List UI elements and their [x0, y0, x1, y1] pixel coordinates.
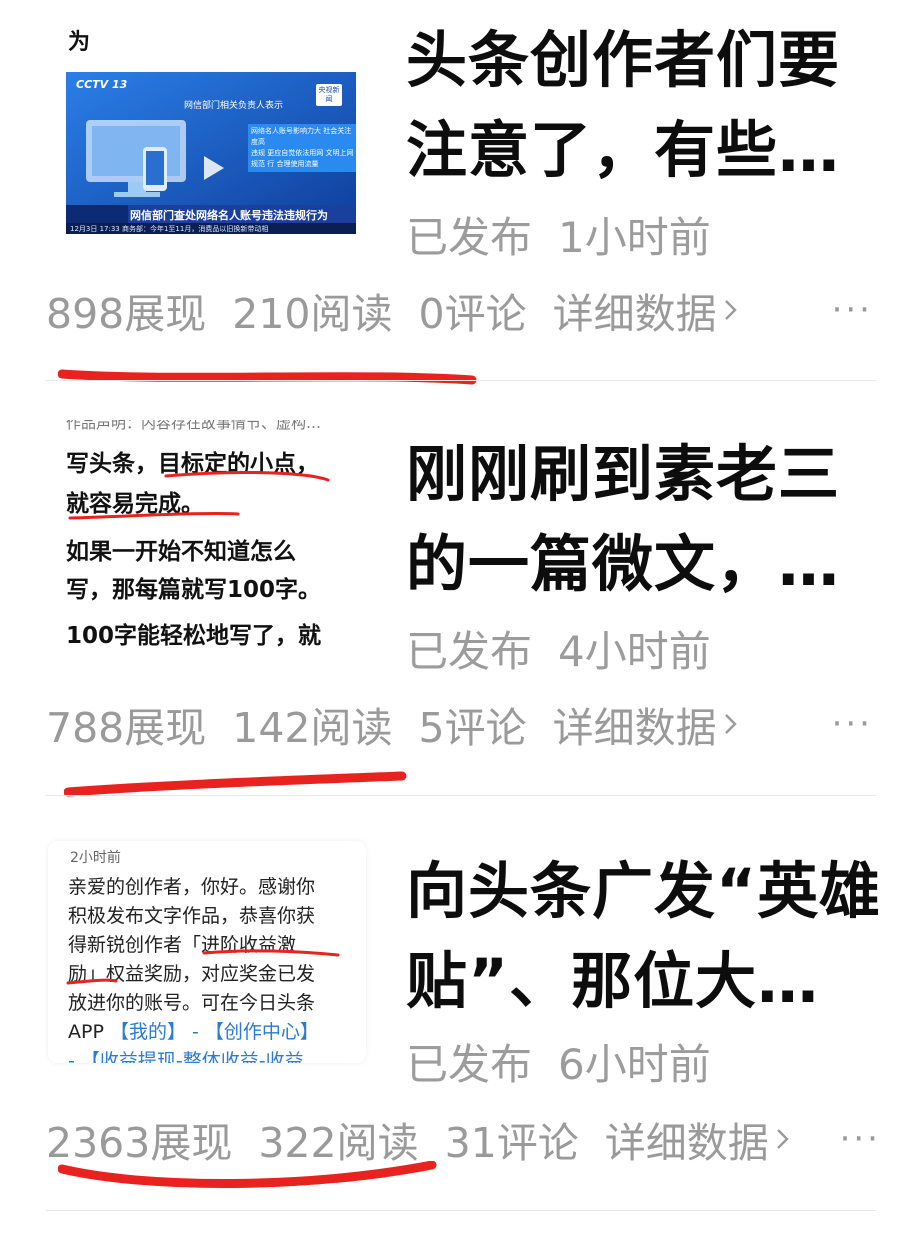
publish-time: 4小时前 [558, 627, 711, 676]
thumb-top-text: 为 [68, 30, 91, 55]
comments-count: 5评论 [418, 704, 527, 752]
info-line: 违规 更应自觉依法用网 文明上网 [251, 149, 354, 157]
news-ticker: 12月3日 17:33 商务部：今年1至11月，消费品以旧换新带动相 [70, 225, 269, 233]
detail-data-link[interactable]: 详细数据 [605, 1109, 791, 1169]
publish-time: 1小时前 [558, 213, 711, 262]
article-item[interactable]: 为 CCTV 13 网信部门相关负责人表示 央视新闻 网络名人账号影响力大 社会… [0, 0, 921, 385]
detail-data-label: 详细数据 [604, 1119, 769, 1167]
red-underline-mark [68, 471, 330, 520]
stats-row: 788展现 142阅读 5评论 详细数据 [46, 694, 739, 754]
impressions-count: 788展现 [46, 704, 207, 752]
article-title[interactable]: 头条创作者们要注意了，有些… [406, 16, 876, 196]
status-label: 已发布 [406, 1040, 533, 1089]
detail-data-link[interactable]: 详细数据 [553, 280, 739, 340]
chevron-right-icon [724, 300, 737, 320]
more-dots-icon[interactable]: ··· [832, 290, 873, 330]
publish-status: 已发布 6小时前 [406, 1031, 711, 1092]
stats-row: 898展现 210阅读 0评论 详细数据 [46, 280, 739, 340]
status-label: 已发布 [406, 627, 533, 676]
publish-status: 已发布 4小时前 [406, 618, 711, 679]
impressions-count: 2363展现 [46, 1119, 233, 1167]
banner-top-text: 网信部门相关负责人表示 [184, 101, 284, 111]
reads-count: 210阅读 [232, 290, 393, 338]
stats-row: 2363展现 322阅读 31评论 详细数据 [46, 1109, 791, 1169]
article-item[interactable]: 2小时前 亲爱的创作者，你好。感谢你 积极发布文字作品，恭喜你获 得新锐创作者「… [0, 805, 921, 1220]
comments-count: 31评论 [444, 1119, 579, 1167]
article-thumbnail[interactable]: CCTV 13 网信部门相关负责人表示 央视新闻 网络名人账号影响力大 社会关注… [66, 72, 356, 234]
article-item[interactable]: 作品声明：内容存在故事情节、虚构… 写头条，目标定的小点， 就容易完成。 如果一… [0, 390, 921, 797]
chevron-right-icon [724, 714, 737, 734]
chevron-right-icon [776, 1129, 789, 1149]
more-dots-icon[interactable]: ··· [832, 704, 873, 744]
article-title[interactable]: 刚刚刷到素老三的一篇微文，… [406, 430, 876, 610]
article-thumbnail[interactable]: 作品声明：内容存在故事情节、虚构… 写头条，目标定的小点， 就容易完成。 如果一… [66, 420, 356, 656]
red-underline-mark [58, 369, 477, 385]
article-title[interactable]: 向头条广发“英雄贴”、那位大… [406, 847, 886, 1027]
news-badge: 央视新闻 [316, 84, 342, 106]
thumb-line: 100字能轻松地写了，就 [66, 623, 322, 649]
news-caption: 网信部门查处网络名人账号违法违规行为 [130, 209, 328, 222]
detail-data-label: 详细数据 [552, 704, 717, 752]
detail-data-label: 详细数据 [552, 290, 717, 338]
impressions-count: 898展现 [46, 290, 207, 338]
red-underline-mark [58, 1161, 437, 1188]
reads-count: 322阅读 [258, 1119, 419, 1167]
info-line: 规范 行 合理使用流量 [251, 160, 319, 168]
item-divider [46, 380, 876, 381]
blue-info-box: 网络名人账号影响力大 社会关注度高 违规 更应自觉依法用网 文明上网 规范 行 … [248, 124, 356, 172]
detail-data-link[interactable]: 详细数据 [553, 694, 739, 754]
more-dots-icon[interactable]: ··· [840, 1119, 881, 1159]
thumb-line: 写，那每篇就写100字。 [66, 577, 322, 603]
red-underline-mark [66, 949, 340, 985]
comments-count: 0评论 [418, 290, 527, 338]
publish-status: 已发布 1小时前 [406, 204, 711, 265]
channel-logo: CCTV 13 [76, 78, 128, 91]
status-label: 已发布 [406, 213, 533, 262]
info-line: 网络名人账号影响力大 社会关注度高 [251, 127, 352, 146]
reads-count: 142阅读 [232, 704, 393, 752]
publish-time: 6小时前 [558, 1040, 711, 1089]
article-thumbnail[interactable]: 2小时前 亲爱的创作者，你好。感谢你 积极发布文字作品，恭喜你获 得新锐创作者「… [48, 841, 366, 1063]
item-divider [46, 1210, 876, 1211]
item-divider [46, 795, 876, 796]
